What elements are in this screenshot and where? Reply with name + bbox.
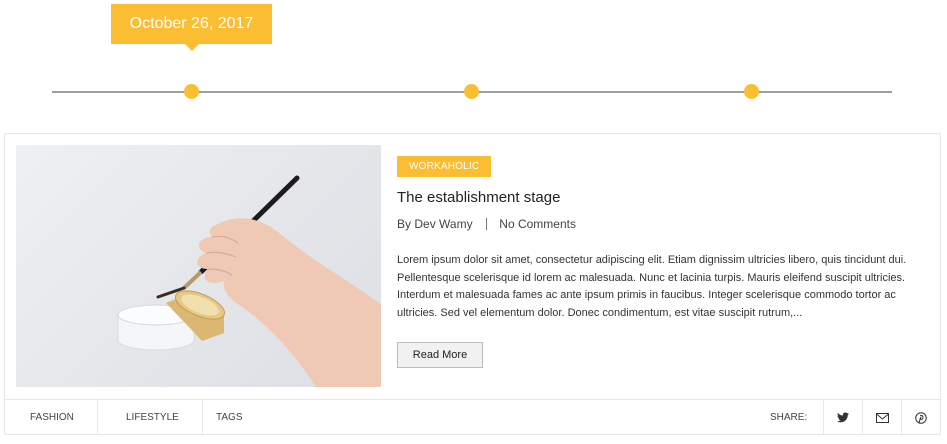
timeline-dot-1[interactable] [184, 84, 199, 99]
meta-divider [485, 218, 487, 230]
author-link[interactable]: Dev Wamy [414, 217, 472, 231]
pinterest-icon [915, 411, 927, 424]
post-content: WORKAHOLIC The establishment stage By De… [397, 156, 927, 322]
category-badge[interactable]: WORKAHOLIC [397, 156, 492, 177]
timeline: October 26, 2017 [0, 0, 947, 120]
footer-divider [97, 400, 98, 435]
email-icon [875, 412, 889, 423]
share-twitter-button[interactable] [824, 400, 862, 435]
timeline-dot-2[interactable] [464, 84, 479, 99]
post-footer: FASHION LIFESTYLE TAGS SHARE: [5, 399, 940, 435]
post-title[interactable]: The establishment stage [397, 189, 927, 206]
timeline-dot-3[interactable] [744, 84, 759, 99]
post-card: WORKAHOLIC The establishment stage By De… [4, 133, 941, 435]
brush-and-jar-illustration [117, 175, 381, 387]
share-email-button[interactable] [863, 400, 901, 435]
post-excerpt: Lorem ipsum dolor sit amet, consectetur … [397, 254, 907, 319]
share-label: SHARE: [770, 412, 808, 423]
comments-link[interactable]: No Comments [499, 217, 576, 231]
tag-fashion[interactable]: FASHION [30, 400, 74, 435]
twitter-icon [837, 412, 849, 423]
post-meta: By Dev Wamy No Comments [397, 217, 927, 231]
by-label: By [397, 217, 412, 231]
footer-divider [202, 400, 203, 435]
tag-lifestyle[interactable]: LIFESTYLE [126, 400, 179, 435]
read-more-button[interactable]: Read More [397, 342, 483, 368]
tag-tags[interactable]: TAGS [216, 400, 242, 435]
tooltip-arrow-icon [185, 44, 199, 51]
post-image[interactable] [16, 145, 381, 387]
share-pinterest-button[interactable] [902, 400, 940, 435]
timeline-date-tooltip: October 26, 2017 [111, 4, 272, 44]
timeline-date-label: October 26, 2017 [129, 15, 254, 32]
